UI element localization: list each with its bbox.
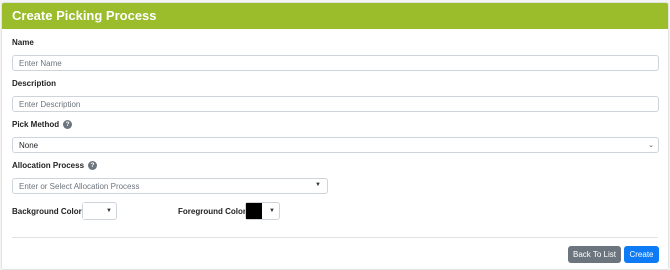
allocation-process-label: Allocation Process ?	[12, 161, 98, 170]
question-circle-icon[interactable]: ?	[88, 161, 98, 170]
description-label-text: Description	[12, 79, 57, 88]
question-circle-icon[interactable]: ?	[63, 120, 73, 129]
foreground-color-picker[interactable]: ▼	[245, 202, 280, 220]
allocation-process-label-text: Allocation Process	[12, 161, 85, 170]
caret-down-icon[interactable]: ▼	[106, 208, 112, 214]
background-color-swatch	[83, 203, 99, 219]
caret-down-icon[interactable]: ▼	[269, 208, 275, 214]
form-divider	[12, 237, 658, 238]
page-title: Create Picking Process	[2, 3, 668, 29]
pick-method-selected-value: None	[19, 140, 39, 150]
form-body: Name Description Pick Method ? None ⌄ Al…	[2, 29, 668, 269]
background-color-picker[interactable]: ▼	[82, 202, 117, 220]
pick-method-label-text: Pick Method	[12, 120, 60, 129]
name-label-text: Name	[12, 38, 34, 47]
create-button[interactable]: Create	[624, 246, 659, 263]
pick-method-select[interactable]: None ⌄	[12, 137, 659, 153]
allocation-process-placeholder: Enter or Select Allocation Process	[19, 181, 140, 191]
description-input[interactable]	[12, 96, 659, 112]
name-input[interactable]	[12, 55, 659, 71]
allocation-process-combobox[interactable]: Enter or Select Allocation Process ▼	[12, 178, 328, 194]
caret-down-icon[interactable]: ▼	[315, 182, 321, 188]
foreground-color-label: Foreground Color	[178, 207, 246, 216]
pick-method-label: Pick Method ?	[12, 120, 73, 129]
background-color-label: Background Color	[12, 207, 82, 216]
back-to-list-button[interactable]: Back To List	[568, 246, 621, 263]
description-label: Description	[12, 79, 56, 88]
foreground-color-swatch	[246, 203, 262, 219]
chevron-down-icon: ⌄	[648, 142, 654, 149]
name-label: Name	[12, 38, 34, 47]
create-picking-process-card: Create Picking Process Name Description …	[1, 2, 669, 270]
